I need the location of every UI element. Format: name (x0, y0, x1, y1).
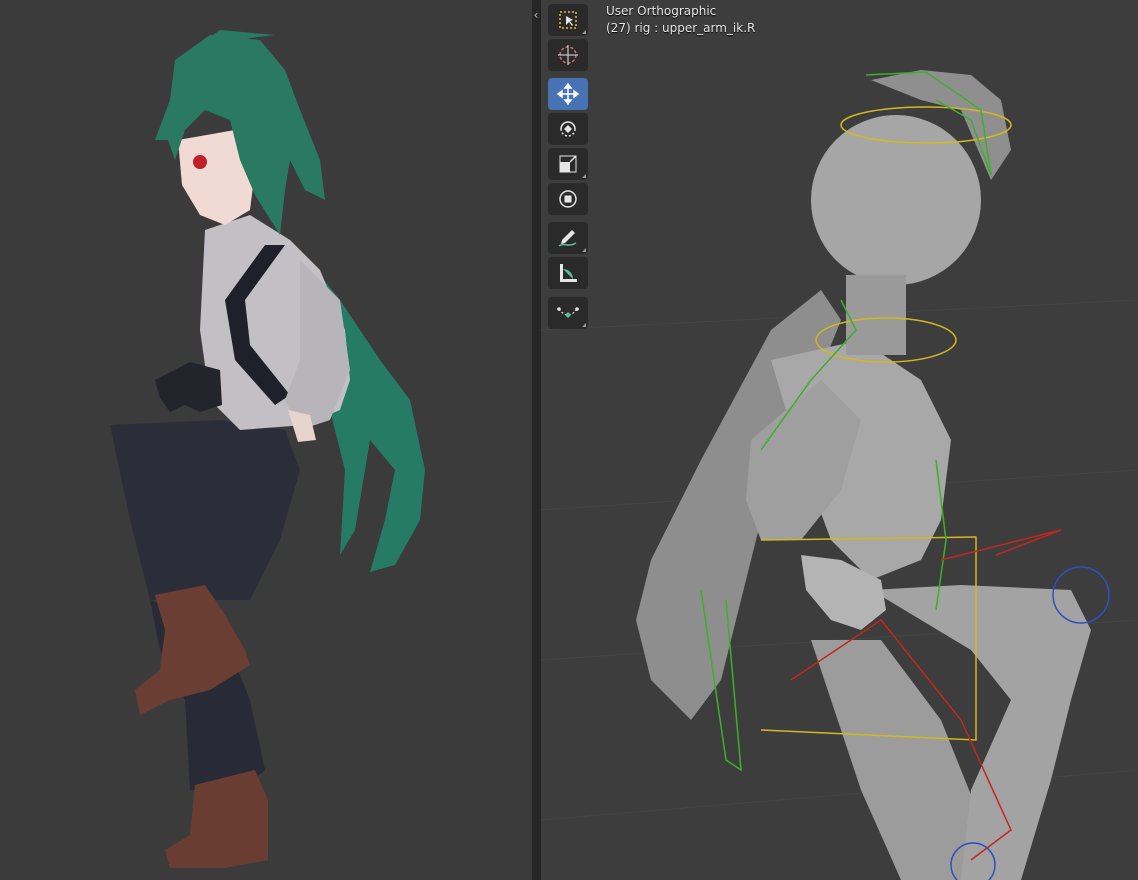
tool-expand-corner (582, 323, 586, 327)
viewport-right[interactable] (541, 0, 1138, 880)
select-box-icon (559, 11, 577, 29)
tool-expand-corner (582, 248, 586, 252)
eye (193, 155, 207, 169)
rotate-tool[interactable] (548, 113, 588, 145)
viewport-left[interactable] (0, 0, 532, 880)
bone-envelope-icon (557, 307, 579, 318)
transform-icon (559, 190, 577, 208)
select-box-tool[interactable] (548, 4, 588, 36)
annotate-tool[interactable] (548, 222, 588, 254)
scale-tool[interactable] (548, 148, 588, 180)
active-object-label: (27) rig : upper_arm_ik.R (606, 21, 756, 35)
rotate-icon (560, 121, 576, 137)
move-icon (556, 82, 580, 106)
pants-front-leg (110, 420, 300, 600)
cursor-icon (558, 45, 578, 65)
transform-tool[interactable] (548, 183, 588, 215)
mesh-neck (846, 275, 906, 355)
glove (155, 362, 222, 412)
bone-envelope-tool[interactable] (548, 297, 588, 329)
rig-scene (541, 70, 1138, 880)
tool-expand-corner (582, 174, 586, 178)
scale-icon (559, 155, 577, 173)
mesh-leg-back (811, 640, 991, 880)
grid-line (541, 299, 1138, 331)
annotate-icon (558, 230, 577, 247)
view-mode-label: User Orthographic (606, 4, 717, 18)
boot-back (165, 770, 268, 868)
viewport-splitter[interactable] (532, 0, 541, 880)
rig-bone (940, 529, 1062, 561)
measure-icon (560, 264, 577, 282)
measure-tool[interactable] (548, 257, 588, 289)
character-render (110, 30, 425, 868)
mesh-head (811, 115, 981, 285)
tool-expand-corner (582, 30, 586, 34)
cursor-tool[interactable] (548, 39, 588, 71)
move-tool[interactable] (548, 78, 588, 110)
